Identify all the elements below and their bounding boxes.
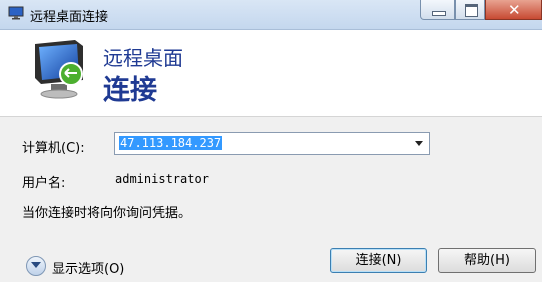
- credentials-note: 当你连接时将向你询问凭据。: [22, 206, 192, 221]
- header-title-line2: 连接: [103, 75, 157, 106]
- computer-label: 计算机(C):: [22, 141, 85, 156]
- computer-combobox[interactable]: 47.113.184.237: [114, 132, 430, 155]
- show-options-label[interactable]: 显示选项(O): [52, 258, 124, 277]
- username-label: 用户名:: [22, 176, 66, 191]
- show-options-button[interactable]: [26, 256, 46, 276]
- minimize-button[interactable]: [420, 0, 455, 20]
- close-button[interactable]: ✕: [485, 0, 542, 20]
- help-button[interactable]: 帮助(H): [438, 248, 536, 273]
- window-title: 远程桌面连接: [30, 10, 109, 25]
- remote-desktop-monitor-icon: [35, 40, 83, 99]
- chevron-down-icon[interactable]: [415, 141, 423, 146]
- window-titlebar[interactable]: 远程桌面连接 ✕: [0, 0, 542, 30]
- connect-button[interactable]: 连接(N): [330, 248, 427, 273]
- chevron-down-icon: [31, 262, 41, 268]
- username-value: administrator: [115, 172, 209, 186]
- maximize-button[interactable]: [455, 0, 485, 20]
- remote-desktop-app-icon: [8, 6, 24, 20]
- computer-input[interactable]: 47.113.184.237: [119, 136, 223, 150]
- close-icon: ✕: [508, 1, 521, 19]
- maximize-icon: [465, 4, 478, 17]
- header-title-line1: 远程桌面: [103, 46, 183, 70]
- minimize-icon: [432, 11, 446, 16]
